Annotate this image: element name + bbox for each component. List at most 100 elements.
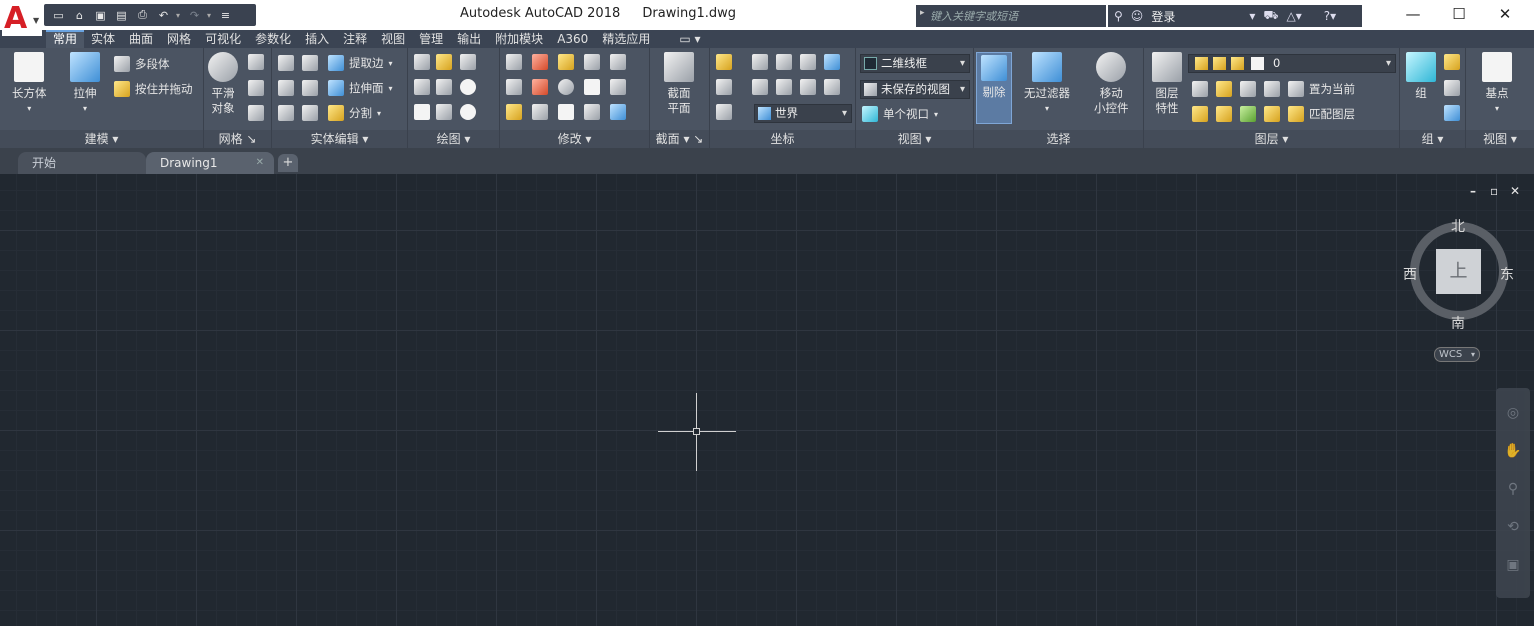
tab-home[interactable]: 常用 (46, 30, 85, 48)
viewcube-top-face[interactable]: 上 (1436, 249, 1481, 294)
undo-icon[interactable]: ↶ (155, 7, 172, 23)
minimize-button[interactable]: — (1390, 4, 1436, 26)
ellipse-icon[interactable] (460, 104, 476, 120)
ucs-view-icon[interactable] (824, 54, 840, 70)
panel-title-section[interactable]: 截面 ▾ ↘ (650, 130, 709, 148)
application-menu-button[interactable]: A ▼ (2, 2, 42, 36)
tab-surface[interactable]: 曲面 (122, 30, 160, 48)
panel-title-mesh[interactable]: 网格 ↘ (204, 130, 271, 148)
panel-title-draw[interactable]: 绘图 ▾ (408, 130, 499, 148)
group-select-icon[interactable] (1444, 105, 1460, 121)
array-icon[interactable] (532, 54, 548, 70)
ucs-z-icon[interactable] (824, 79, 840, 95)
presspull-button[interactable]: 按住并拖动 (114, 78, 193, 100)
ucs-y-icon[interactable] (800, 79, 816, 95)
line-icon[interactable] (436, 79, 452, 95)
tab-view[interactable]: 视图 (374, 30, 412, 48)
tab-manage[interactable]: 管理 (412, 30, 450, 48)
group-edit-icon[interactable] (1444, 80, 1460, 96)
tab-a360[interactable]: A360 (550, 30, 595, 48)
panel-title-solid-editing[interactable]: 实体编辑 ▾ (272, 130, 407, 148)
panel-title-coordinates[interactable]: 坐标 (710, 130, 855, 148)
extrude-faces-button[interactable]: 拉伸面 ▾ (328, 77, 393, 99)
arc-icon[interactable] (460, 54, 476, 70)
panel-title-selection[interactable]: 选择 (974, 130, 1143, 148)
mesh-refine-icon[interactable] (248, 105, 264, 121)
layer-properties-button[interactable]: 图层 特性 (1152, 52, 1182, 116)
tab-annotate[interactable]: 注释 (336, 30, 374, 48)
box-button[interactable]: 长方体 ▾ (12, 52, 47, 116)
panel-title-modify[interactable]: 修改 ▾ (500, 130, 649, 148)
viewport-config-button[interactable]: 单个视口 ▾ (862, 103, 938, 125)
viewport-close-button[interactable]: ✕ (1510, 184, 1520, 198)
viewport-restore-button[interactable]: ▫ (1490, 184, 1498, 198)
ucs-previous-icon[interactable] (716, 79, 732, 95)
layer-thaw-icon[interactable] (1240, 106, 1256, 122)
tab-addins[interactable]: 附加模块 (488, 30, 550, 48)
undo-dropdown-icon[interactable]: ▾ (176, 11, 182, 20)
polyline-icon[interactable] (414, 54, 430, 70)
panel-title-view[interactable]: 视图 ▾ (856, 130, 973, 148)
layer-lock-icon[interactable] (1264, 81, 1280, 97)
smooth-object-button[interactable]: 平滑 对象 (208, 52, 238, 116)
extrude-button[interactable]: 拉伸 ▾ (70, 52, 100, 116)
showmotion-icon[interactable]: ▣ (1504, 556, 1522, 574)
drawing-canvas[interactable]: – ▫ ✕ 上 北 南 东 西 WCS ◎ ✋ ⚲ ⟲ ▣ (0, 174, 1534, 626)
redo-icon[interactable]: ↷ (186, 7, 203, 23)
login-dropdown-icon[interactable]: ▾ (1249, 9, 1255, 23)
tab-drawing1[interactable]: Drawing1 ✕ (146, 152, 274, 174)
stretch-icon[interactable] (584, 104, 600, 120)
thicken-icon[interactable] (302, 105, 318, 121)
rotate3d-icon[interactable] (558, 79, 574, 95)
group-button[interactable]: 组 (1406, 52, 1436, 101)
tab-visualize[interactable]: 可视化 (198, 30, 248, 48)
tab-parametric[interactable]: 参数化 (248, 30, 298, 48)
ucs-3point-icon[interactable] (776, 79, 792, 95)
saved-view-select[interactable]: 未保存的视图 (860, 80, 970, 99)
print-icon[interactable]: ⎙ (134, 7, 151, 23)
set-current-button[interactable]: 置为当前 (1288, 78, 1355, 100)
fillet-icon[interactable] (506, 54, 522, 70)
ucs-world-select[interactable]: 世界 (754, 104, 852, 123)
helix-icon[interactable] (436, 54, 452, 70)
panel-title-view-base[interactable]: 视图 ▾ (1466, 130, 1534, 148)
maximize-button[interactable]: ☐ (1436, 4, 1482, 26)
zoom-icon[interactable]: ⚲ (1504, 480, 1522, 498)
ucs-named-icon[interactable] (716, 104, 732, 120)
compass-north[interactable]: 北 (1451, 216, 1465, 236)
wcs-menu-button[interactable]: WCS (1434, 347, 1480, 362)
rectangular-array-icon[interactable] (610, 104, 626, 120)
close-tab-icon[interactable]: ✕ (256, 152, 264, 174)
mesh-smooth-less-icon[interactable] (248, 80, 264, 96)
compass-west[interactable]: 西 (1403, 264, 1417, 284)
tab-solid[interactable]: 实体 (84, 30, 122, 48)
compass-east[interactable]: 东 (1500, 264, 1514, 284)
new-drawing-button[interactable]: + (278, 154, 298, 172)
pan-icon[interactable]: ✋ (1504, 442, 1522, 460)
ucs-face-icon[interactable] (752, 54, 768, 70)
rectangle-icon[interactable] (436, 104, 452, 120)
base-view-button[interactable]: 基点 ▾ (1482, 52, 1512, 116)
cart-icon[interactable]: ⛟ (1263, 8, 1278, 24)
layer-off-icon[interactable] (1192, 81, 1208, 97)
union-icon[interactable] (278, 55, 294, 71)
extract-edges-button[interactable]: 提取边 ▾ (328, 52, 393, 74)
align-icon[interactable] (558, 104, 574, 120)
section-plane-button[interactable]: 截面 平面 (664, 52, 694, 116)
intersect-icon[interactable] (278, 105, 294, 121)
tab-output[interactable]: 输出 (450, 30, 488, 48)
panel-title-modeling[interactable]: 建模 ▾ (0, 130, 203, 148)
tab-mesh[interactable]: 网格 (160, 30, 198, 48)
ungroup-icon[interactable] (1444, 54, 1460, 70)
spline-icon[interactable] (414, 79, 430, 95)
layer-select[interactable]: 0 (1188, 54, 1396, 73)
layer-unisolate-icon[interactable] (1216, 106, 1232, 122)
help-icon[interactable]: ?▾ (1324, 9, 1336, 23)
ucs-x-icon[interactable] (800, 54, 816, 70)
tab-featured-apps[interactable]: 精选应用 (595, 30, 657, 48)
ribbon-options-icon[interactable]: ▭ ▾ (657, 30, 707, 48)
new-file-icon[interactable]: ▭ (50, 7, 67, 23)
binoculars-icon[interactable]: ⚲ (1114, 9, 1123, 23)
orbit-icon[interactable]: ⟲ (1504, 518, 1522, 536)
ucs-icon[interactable] (716, 54, 732, 70)
